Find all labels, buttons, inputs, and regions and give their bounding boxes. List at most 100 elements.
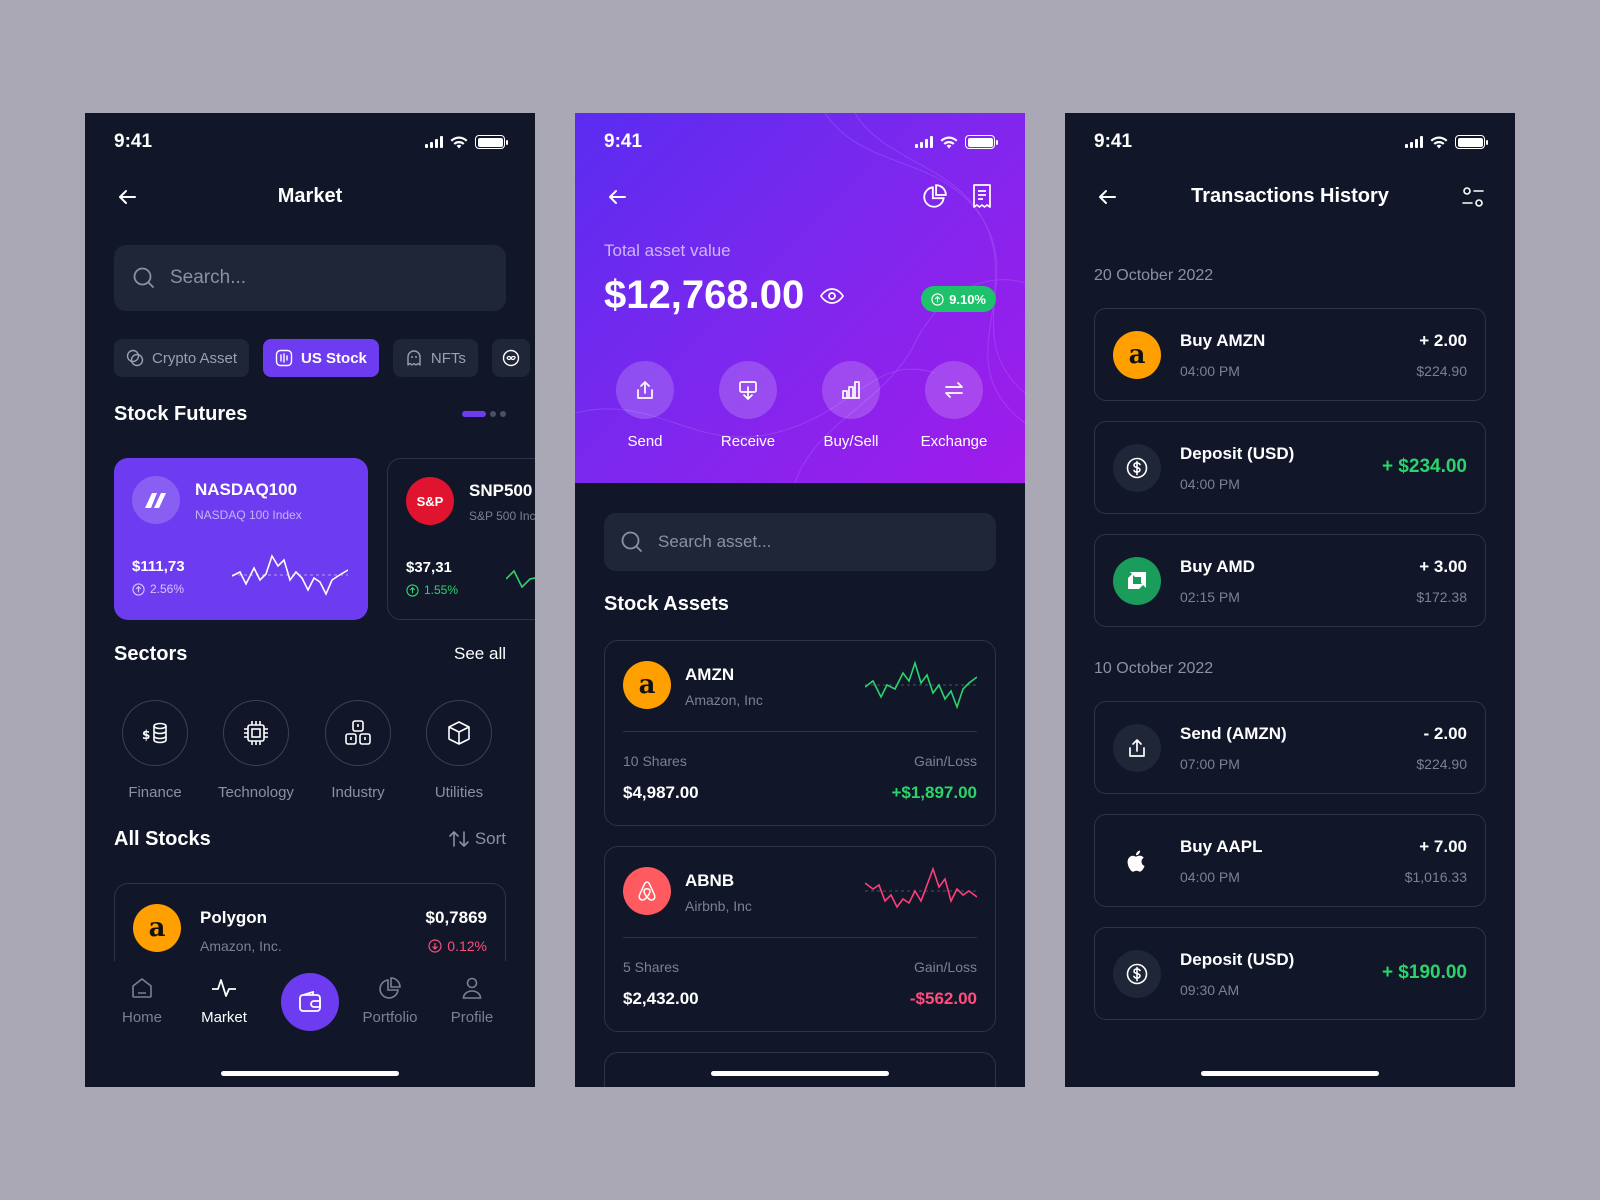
sort-button[interactable]: Sort	[449, 829, 506, 849]
chip-more[interactable]	[491, 339, 530, 377]
dollar-icon	[1113, 950, 1161, 998]
asset-shares: 5 Shares	[623, 959, 680, 975]
transaction-time: 09:30 AM	[1180, 982, 1240, 998]
chip-us-stock[interactable]: US Stock	[263, 339, 379, 377]
signal-icon	[425, 136, 443, 148]
transaction-time: 04:00 PM	[1180, 869, 1240, 885]
divider	[623, 731, 977, 732]
transaction-row[interactable]: Buy AMD 02:15 PM + 3.00 $172.38	[1094, 534, 1486, 627]
pie-chart-icon[interactable]	[922, 183, 948, 209]
chip-label: US Stock	[301, 349, 367, 367]
transaction-name: Buy AMD	[1180, 557, 1255, 576]
action-label: Buy/Sell	[823, 433, 879, 450]
battery-icon	[965, 135, 998, 149]
transaction-name: Buy AAPL	[1180, 837, 1263, 856]
transaction-row[interactable]: a Buy AMZN 04:00 PM + 2.00 $224.90	[1094, 308, 1486, 401]
infinity-icon	[502, 349, 520, 367]
status-bar: 9:41	[1065, 113, 1515, 169]
transaction-row[interactable]: Deposit (USD) 09:30 AM + $190.00	[1094, 927, 1486, 1020]
stock-price: $0,7869	[425, 908, 487, 927]
buy-sell-button[interactable]: Buy/Sell	[806, 361, 896, 450]
stock-name: Polygon	[200, 908, 268, 927]
sector-industry[interactable]: Industry	[325, 700, 391, 801]
future-ticker: NASDAQ100	[195, 480, 298, 499]
back-arrow-icon[interactable]	[605, 185, 629, 209]
transaction-amount: + 7.00	[1419, 837, 1467, 856]
coins-icon	[126, 349, 144, 367]
sector-technology[interactable]: Technology	[218, 700, 294, 801]
category-chips: Crypto Asset US Stock NFTs	[114, 339, 530, 377]
sparkline-chart	[232, 554, 348, 596]
stock-futures-title: Stock Futures	[114, 403, 248, 425]
stock-row-polygon[interactable]: a Polygon Amazon, Inc. $0,7869 0.12%	[114, 883, 506, 973]
transaction-row[interactable]: Buy AAPL 04:00 PM + 7.00 $1,016.33	[1094, 814, 1486, 907]
see-all-link[interactable]: See all	[454, 644, 506, 664]
transaction-row[interactable]: Deposit (USD) 04:00 PM + $234.00	[1094, 421, 1486, 514]
arrow-up-circle-icon	[132, 582, 145, 596]
asset-card-partial[interactable]	[604, 1052, 996, 1087]
snp-logo-icon: S&P	[406, 477, 454, 525]
upload-icon	[637, 381, 653, 399]
transaction-name: Buy AMZN	[1180, 331, 1266, 350]
stock-change-row: 0.12%	[428, 938, 487, 954]
home-indicator[interactable]	[221, 1071, 399, 1076]
nav-market[interactable]: Market	[184, 973, 264, 1026]
amazon-logo-icon: a	[623, 661, 671, 709]
future-price: $111,73	[132, 558, 185, 575]
future-ticker: SNP500	[469, 481, 533, 500]
stock-change: 0.12%	[447, 938, 487, 954]
filter-icon[interactable]	[1461, 185, 1485, 209]
home-indicator[interactable]	[711, 1071, 889, 1076]
sector-finance[interactable]: $ Finance	[122, 700, 188, 801]
sector-utilities[interactable]: Utilities	[426, 700, 492, 801]
apple-logo-icon	[1113, 837, 1161, 885]
search-input[interactable]: Search...	[114, 245, 506, 311]
action-label: Exchange	[920, 433, 988, 450]
all-stocks-title: All Stocks	[114, 828, 211, 850]
status-bar: 9:41	[575, 113, 1025, 169]
download-icon	[739, 381, 757, 400]
nav-label: Home	[121, 1009, 162, 1026]
transaction-amount: + $190.00	[1381, 962, 1467, 983]
pie-chart-icon	[379, 977, 401, 999]
asset-gain: +$1,897.00	[891, 783, 977, 802]
send-button[interactable]: Send	[600, 361, 690, 450]
total-asset-label: Total asset value	[604, 241, 731, 260]
nav-profile[interactable]: Profile	[432, 973, 512, 1026]
receipt-icon[interactable]	[970, 183, 994, 209]
transaction-name: Deposit (USD)	[1180, 444, 1295, 463]
wallet-button[interactable]	[281, 973, 339, 1031]
asset-ticker: AMZN	[685, 665, 735, 684]
home-indicator[interactable]	[1201, 1071, 1379, 1076]
eye-icon[interactable]	[820, 287, 845, 305]
future-name: NASDAQ 100 Index	[195, 508, 302, 522]
transaction-amount: + 3.00	[1419, 557, 1467, 576]
asset-card-abnb[interactable]: ABNB Airbnb, Inc 5 Shares Gain/Loss $2,4…	[604, 846, 996, 1032]
bottom-nav: Home Market Portfolio Profile	[85, 961, 535, 1087]
future-card-snp[interactable]: S&P SNP500 S&P 500 Inc $37,31 1.55%	[387, 458, 535, 620]
transaction-row[interactable]: Send (AMZN) 07:00 PM - 2.00 $224.90	[1094, 701, 1486, 794]
chip-nfts[interactable]: NFTs	[392, 339, 478, 377]
transaction-amount: - 2.00	[1423, 724, 1467, 743]
search-asset-input[interactable]: Search asset...	[604, 513, 996, 571]
asset-card-amzn[interactable]: a AMZN Amazon, Inc 10 Shares Gain/Loss $…	[604, 640, 996, 826]
exchange-button[interactable]: Exchange	[909, 361, 999, 450]
date-group-label: 20 October 2022	[1094, 267, 1214, 284]
chip-crypto-asset[interactable]: Crypto Asset	[114, 339, 250, 377]
swap-icon	[945, 382, 963, 398]
nav-portfolio[interactable]: Portfolio	[350, 973, 430, 1026]
transactions-screen: 9:41 Transactions History 20 October 202…	[1065, 113, 1515, 1087]
wifi-icon	[1430, 136, 1448, 148]
gain-loss-label: Gain/Loss	[913, 959, 977, 975]
signal-icon	[1405, 136, 1423, 148]
future-card-nasdaq[interactable]: NASDAQ100 NASDAQ 100 Index $111,73 2.56%	[114, 458, 368, 620]
action-label: Receive	[720, 433, 776, 450]
sparkline-chart	[865, 866, 977, 909]
boxes-icon	[345, 720, 371, 745]
receive-button[interactable]: Receive	[703, 361, 793, 450]
total-asset-row: $12,768.00	[604, 273, 845, 318]
nav-home[interactable]: Home	[102, 973, 182, 1026]
chart-bars-icon	[275, 349, 293, 367]
status-bar: 9:41	[85, 113, 535, 169]
gain-loss-label: Gain/Loss	[913, 753, 977, 769]
